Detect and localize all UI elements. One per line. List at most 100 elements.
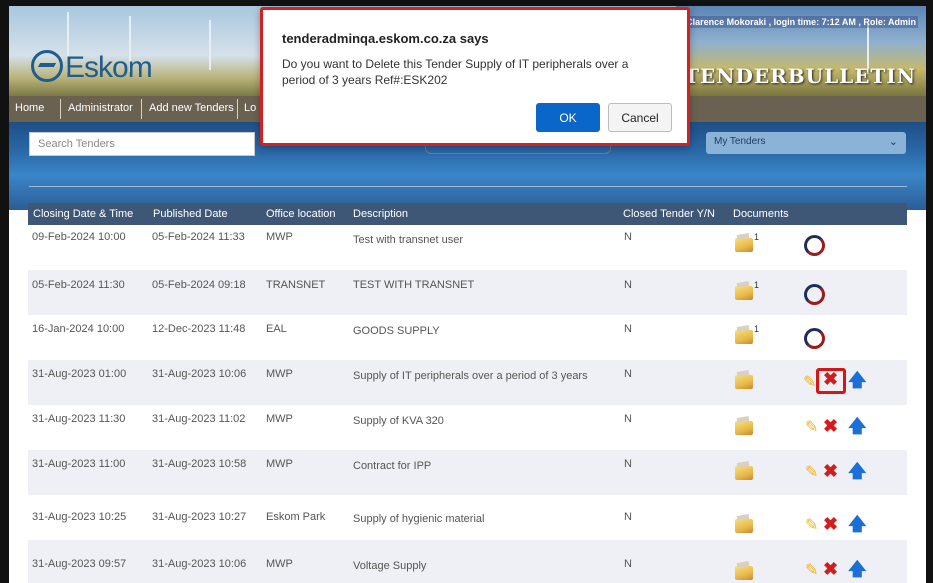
brand-title: TENDERBULLETIN [684,64,916,88]
table-row[interactable]: 31-Aug-2023 10:25 31-Aug-2023 10:27 Esko… [28,495,907,540]
cell-closing: 31-Aug-2023 11:30 [32,413,126,425]
window-left-border [0,0,9,583]
cell-closing: 31-Aug-2023 11:00 [32,458,126,470]
folder-icon[interactable] [735,466,753,480]
pencil-icon[interactable]: ✎ [805,417,818,437]
up-arrow-icon[interactable]: 🡅 [848,459,867,489]
delete-x-icon[interactable]: ✖ [823,514,838,535]
cell-closing: 09-Feb-2024 10:00 [32,231,126,243]
cell-description: Test with transnet user [353,234,464,246]
cell-description: Supply of hygienic material [353,513,485,525]
folder-icon[interactable] [735,421,753,435]
cell-closing: 16-Jan-2024 10:00 [32,323,125,335]
table-row[interactable]: 09-Feb-2024 10:00 05-Feb-2024 11:33 MWP … [28,225,907,270]
cell-description: Contract for IPP [353,460,432,472]
document-count: 1 [754,280,760,290]
cell-closed: N [624,368,632,380]
delete-x-icon[interactable]: ✖ [823,461,838,482]
column-header-office[interactable]: Office location [266,208,336,220]
cell-description: Supply of KVA 320 [353,415,444,427]
cell-description: Supply of IT peripherals over a period o… [353,370,588,382]
cell-office: MWP [266,413,293,425]
cell-published: 31-Aug-2023 11:02 [152,413,246,425]
divider [29,186,907,187]
cell-published: 31-Aug-2023 10:58 [152,458,247,470]
cell-closing: 31-Aug-2023 01:00 [32,368,127,380]
cell-closing: 05-Feb-2024 11:30 [32,279,125,291]
document-count: 1 [754,324,760,334]
nav-divider [237,99,238,119]
nav-item-logout[interactable]: Lo [244,102,256,114]
up-arrow-icon[interactable]: 🡅 [848,368,867,398]
folder-icon[interactable] [735,330,753,344]
page: Eskom Clarence Mokoraki , login time: 7:… [0,0,933,583]
cell-published: 31-Aug-2023 10:27 [152,511,247,523]
cell-published: 05-Feb-2024 09:18 [152,279,246,291]
cell-closed: N [624,558,632,570]
nav-divider [141,99,142,119]
column-header-documents[interactable]: Documents [733,208,789,220]
cancel-button[interactable]: Cancel [608,103,672,132]
column-header-closed[interactable]: Closed Tender Y/N [623,208,715,220]
up-arrow-icon[interactable]: 🡅 [848,512,867,542]
cell-published: 31-Aug-2023 10:06 [152,368,247,380]
nav-divider [60,99,61,119]
pencil-icon[interactable]: ✎ [805,560,818,580]
delete-x-icon[interactable]: ✖ [823,416,838,437]
nav-item-home[interactable]: Home [15,102,44,114]
status-ring-icon[interactable] [804,235,825,256]
dialog-title: tenderadminqa.eskom.co.za says [282,31,489,46]
chevron-down-icon: ⌄ [888,136,898,148]
status-ring-icon[interactable] [804,284,825,305]
cell-closed: N [624,413,632,425]
folder-icon[interactable] [735,566,753,580]
eskom-logo[interactable]: Eskom [31,50,153,85]
up-arrow-icon[interactable]: 🡅 [848,557,867,583]
eskom-logo-text: Eskom [65,51,153,84]
table-row[interactable]: 31-Aug-2023 11:00 31-Aug-2023 10:58 MWP … [28,450,907,495]
cell-closed: N [624,279,632,291]
up-arrow-icon[interactable]: 🡅 [848,414,867,444]
cell-office: MWP [266,458,293,470]
table-row[interactable]: 31-Aug-2023 11:30 31-Aug-2023 11:02 MWP … [28,405,907,450]
dialog-message: Do you want to Delete this Tender Supply… [282,57,629,87]
folder-icon[interactable] [735,519,753,533]
search-input[interactable]: Search Tenders [29,132,255,156]
table-header: Closing Date & Time Published Date Offic… [28,203,907,225]
column-header-published[interactable]: Published Date [153,208,228,220]
cell-office: TRANSNET [266,279,326,291]
pencil-icon[interactable]: ✎ [805,462,818,482]
cell-published: 05-Feb-2024 11:33 [152,231,245,243]
cell-description: Voltage Supply [353,560,427,572]
pencil-icon[interactable]: ✎ [803,372,816,392]
cell-description: GOODS SUPPLY [353,325,440,337]
nav-item-administrator[interactable]: Administrator [68,102,133,114]
tender-filter-select[interactable]: My Tenders ⌄ [706,132,906,154]
column-header-description[interactable]: Description [353,208,408,220]
table-row[interactable]: 31-Aug-2023 09:57 31-Aug-2023 10:06 MWP … [28,540,907,583]
cell-office: MWP [266,368,293,380]
table-row[interactable]: 31-Aug-2023 01:00 31-Aug-2023 10:06 MWP … [28,360,907,405]
cell-office: EAL [266,323,287,335]
cell-published: 31-Aug-2023 10:06 [152,558,247,570]
cell-closing: 31-Aug-2023 10:25 [32,511,127,523]
table-row[interactable]: 16-Jan-2024 10:00 12-Dec-2023 11:48 EAL … [28,315,907,360]
status-ring-icon[interactable] [804,328,825,349]
cell-closed: N [624,458,632,470]
folder-icon[interactable] [735,238,753,252]
delete-x-icon[interactable]: ✖ [823,559,838,580]
delete-x-icon[interactable]: ✖ [823,369,838,390]
user-info: Clarence Mokoraki , login time: 7:12 AM … [684,16,918,28]
wind-turbine-icon [209,20,211,70]
cell-closing: 31-Aug-2023 09:57 [32,558,127,570]
folder-icon[interactable] [735,375,753,389]
column-header-closing[interactable]: Closing Date & Time [33,208,133,220]
cell-office: MWP [266,231,293,243]
ok-button[interactable]: OK [536,103,600,132]
table-row[interactable]: 05-Feb-2024 11:30 05-Feb-2024 09:18 TRAN… [28,270,907,315]
folder-icon[interactable] [735,286,753,300]
pencil-icon[interactable]: ✎ [805,515,818,535]
cell-closed: N [624,511,632,523]
cell-closed: N [624,231,632,243]
nav-item-add-new-tenders[interactable]: Add new Tenders [149,102,234,114]
